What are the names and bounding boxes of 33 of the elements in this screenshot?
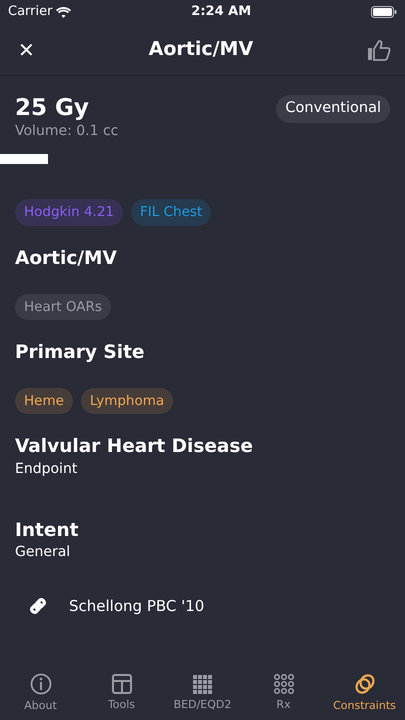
indicator-bar bbox=[0, 154, 48, 164]
thumbs-up-icon[interactable] bbox=[367, 38, 391, 60]
tag: FIL Chest bbox=[131, 199, 212, 226]
rings-icon bbox=[354, 673, 376, 696]
tab-bar-item[interactable]: BED/EQD2 bbox=[162, 674, 243, 714]
status-time: 2:24 AM bbox=[191, 3, 252, 22]
page-title: Aortic/MV bbox=[148, 37, 254, 62]
tag: Hodgkin 4.21 bbox=[15, 199, 124, 226]
dose-type-badge: Conventional bbox=[276, 95, 390, 123]
carrier-label: Carrier bbox=[8, 3, 52, 22]
battery-icon bbox=[370, 6, 397, 18]
section-title: Aortic/MV bbox=[15, 248, 118, 270]
tag: Heart OARs bbox=[15, 294, 111, 320]
section-subtitle: Endpoint bbox=[15, 460, 78, 479]
section-title: Intent bbox=[15, 520, 80, 542]
section-title: Primary Site bbox=[15, 342, 146, 364]
volume-text: Volume: 0.1 cc bbox=[15, 122, 118, 142]
grid-icon bbox=[193, 674, 212, 694]
dose-value: 25 Gy bbox=[15, 96, 90, 122]
wifi-icon bbox=[56, 6, 72, 18]
info-icon bbox=[30, 673, 52, 696]
tab-bar-item[interactable]: Constraints bbox=[324, 673, 405, 715]
tag: Heme bbox=[15, 388, 73, 414]
section-title: Valvular Heart Disease bbox=[15, 436, 254, 459]
tab-bar-item[interactable]: Rx bbox=[243, 674, 324, 714]
dots-grid-icon bbox=[274, 674, 294, 694]
tag: Lymphoma bbox=[80, 388, 174, 414]
close-button[interactable]: ✕ bbox=[18, 34, 35, 64]
layout-icon bbox=[112, 674, 132, 694]
tab-bar-item[interactable]: Tools bbox=[81, 674, 162, 714]
reference-link[interactable]: Schellong PBC '10 bbox=[69, 594, 204, 618]
tab-bar-item[interactable]: About bbox=[0, 673, 81, 715]
section-subtitle: General bbox=[15, 542, 72, 562]
